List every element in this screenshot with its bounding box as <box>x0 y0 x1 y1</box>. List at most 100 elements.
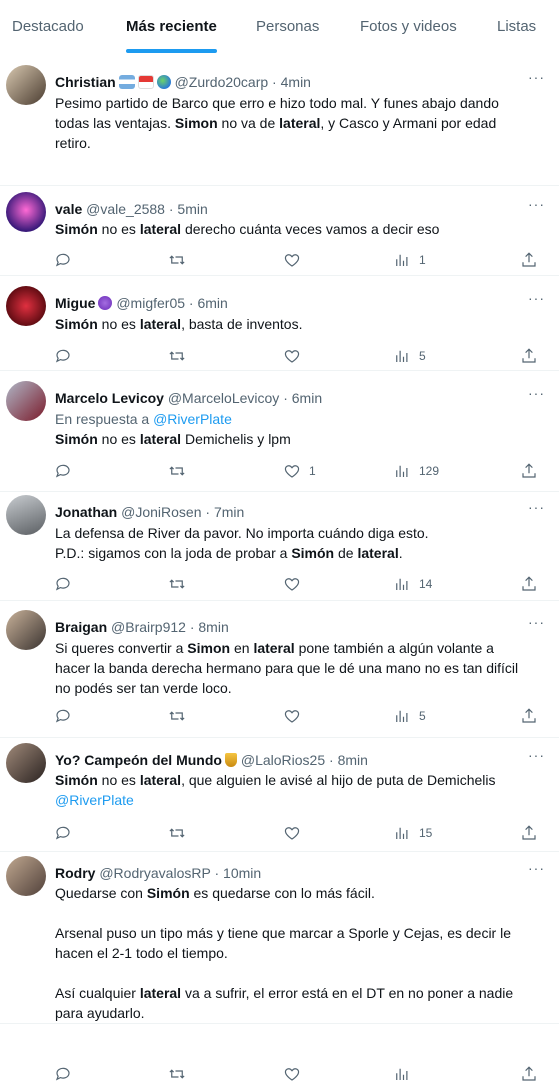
share-button[interactable] <box>520 1062 538 1086</box>
like-button[interactable] <box>283 821 301 845</box>
retweet-button[interactable] <box>168 821 186 845</box>
more-icon[interactable]: ··· <box>528 290 545 306</box>
more-icon[interactable]: ··· <box>528 499 545 515</box>
tweet-actions: 14 <box>50 572 550 596</box>
display-name[interactable]: Braigan <box>55 619 107 635</box>
display-name[interactable]: Christian <box>55 74 116 90</box>
display-name[interactable]: Marcelo Levicoy <box>55 390 164 406</box>
views-button[interactable]: 14 <box>393 572 432 596</box>
tweet[interactable]: Jonathan @JoniRosen · 7min ··· La defensa … <box>0 492 559 601</box>
avatar[interactable] <box>6 743 46 783</box>
share-button[interactable] <box>520 248 538 272</box>
retweet-button[interactable] <box>168 704 186 728</box>
tab-mas-reciente[interactable]: Más reciente <box>126 0 217 53</box>
like-button[interactable] <box>283 344 301 368</box>
retweet-button[interactable] <box>168 572 186 596</box>
views-button[interactable]: 5 <box>393 344 426 368</box>
like-button[interactable] <box>283 1062 301 1086</box>
timestamp[interactable]: 8min <box>338 752 368 768</box>
timestamp[interactable]: 6min <box>197 295 227 311</box>
display-name[interactable]: Migue <box>55 295 95 311</box>
more-icon[interactable]: ··· <box>528 860 545 876</box>
tweet[interactable]: Rodry @RodryavalosRP · 10min ··· Quedarse … <box>0 852 559 1081</box>
like-button[interactable] <box>283 704 301 728</box>
views-button[interactable]: 15 <box>393 821 432 845</box>
handle[interactable]: @Brairp912 <box>107 619 186 635</box>
reply-button[interactable] <box>54 1062 72 1086</box>
avatar[interactable] <box>6 856 46 896</box>
reply-button[interactable] <box>54 704 72 728</box>
more-icon[interactable]: ··· <box>528 747 545 763</box>
reply-button[interactable] <box>54 344 72 368</box>
share-button[interactable] <box>520 572 538 596</box>
tab-personas[interactable]: Personas <box>256 0 319 53</box>
timestamp[interactable]: 7min <box>214 504 244 520</box>
mention-link[interactable]: @RiverPlate <box>55 792 134 808</box>
tweet[interactable]: Marcelo Levicoy @MarceloLevicoy · 6min ··… <box>0 371 559 492</box>
timestamp[interactable]: 4min <box>281 74 311 90</box>
text-run: no es <box>97 431 140 447</box>
handle[interactable]: @JoniRosen <box>117 504 201 520</box>
retweet-button[interactable] <box>168 248 186 272</box>
share-button[interactable] <box>520 704 538 728</box>
share-icon <box>520 1065 538 1083</box>
tweet-actions: 1 129 <box>50 459 550 483</box>
display-name[interactable]: Yo? Campeón del Mundo <box>55 752 222 768</box>
views-button[interactable]: 129 <box>393 459 439 483</box>
reply-button[interactable] <box>54 248 72 272</box>
reply-button[interactable] <box>54 821 72 845</box>
reply-button[interactable] <box>54 459 72 483</box>
share-button[interactable] <box>520 344 538 368</box>
tweet[interactable]: Migue @migfer05 · 6min ··· Simón no es lat… <box>0 276 559 371</box>
views-button[interactable]: 5 <box>393 704 426 728</box>
reply-button[interactable] <box>54 572 72 596</box>
views-count: 5 <box>419 709 426 723</box>
share-button[interactable] <box>520 459 538 483</box>
handle[interactable]: @vale_2588 <box>82 201 165 217</box>
views-button[interactable] <box>393 1062 411 1086</box>
timestamp[interactable]: 8min <box>198 619 228 635</box>
tweet[interactable]: Braigan @Brairp912 · 8min ··· Si queres co… <box>0 601 559 738</box>
tab-listas[interactable]: Listas <box>497 0 536 53</box>
avatar[interactable] <box>6 610 46 650</box>
more-icon[interactable]: ··· <box>528 385 545 401</box>
like-button[interactable] <box>283 572 301 596</box>
tweet[interactable]: Christian @Zurdo20carp · 4min ··· Pesimo p… <box>0 53 559 222</box>
more-icon[interactable]: ··· <box>528 196 545 212</box>
handle[interactable]: @LaloRios25 <box>237 752 325 768</box>
tab-fotos-y-videos[interactable]: Fotos y videos <box>360 0 457 53</box>
heart-icon <box>283 462 301 480</box>
display-name[interactable]: Rodry <box>55 865 95 881</box>
retweet-button[interactable] <box>168 1062 186 1086</box>
like-button[interactable]: 1 <box>283 459 316 483</box>
share-button[interactable] <box>520 821 538 845</box>
handle[interactable]: @MarceloLevicoy <box>164 390 280 406</box>
reply-icon <box>54 824 72 842</box>
more-icon[interactable]: ··· <box>528 69 545 85</box>
tab-label: Fotos y videos <box>360 18 457 35</box>
more-icon[interactable]: ··· <box>528 614 545 630</box>
text-run: Arsenal puso un tipo más y tiene que mar… <box>55 925 512 961</box>
display-name[interactable]: vale <box>55 201 82 217</box>
avatar[interactable] <box>6 495 46 535</box>
tweet[interactable]: vale @vale_2588 · 5min ··· Simón no es lat… <box>0 186 559 276</box>
tweet[interactable]: Yo? Campeón del Mundo @LaloRios25 · 8min… <box>0 738 559 852</box>
timestamp[interactable]: 6min <box>292 390 322 406</box>
timestamp[interactable]: 10min <box>223 865 261 881</box>
retweet-button[interactable] <box>168 459 186 483</box>
retweet-button[interactable] <box>168 344 186 368</box>
avatar[interactable] <box>6 381 46 421</box>
mention-link[interactable]: @RiverPlate <box>153 411 232 427</box>
handle[interactable]: @Zurdo20carp <box>171 74 269 90</box>
reply-icon <box>54 347 72 365</box>
like-button[interactable] <box>283 248 301 272</box>
timestamp[interactable]: 5min <box>177 201 207 217</box>
avatar[interactable] <box>6 286 46 326</box>
avatar[interactable] <box>6 65 46 105</box>
display-name[interactable]: Jonathan <box>55 504 117 520</box>
handle[interactable]: @migfer05 <box>112 295 185 311</box>
avatar[interactable] <box>6 192 46 232</box>
tab-destacado[interactable]: Destacado <box>12 0 84 53</box>
views-button[interactable]: 1 <box>393 248 426 272</box>
handle[interactable]: @RodryavalosRP <box>95 865 210 881</box>
